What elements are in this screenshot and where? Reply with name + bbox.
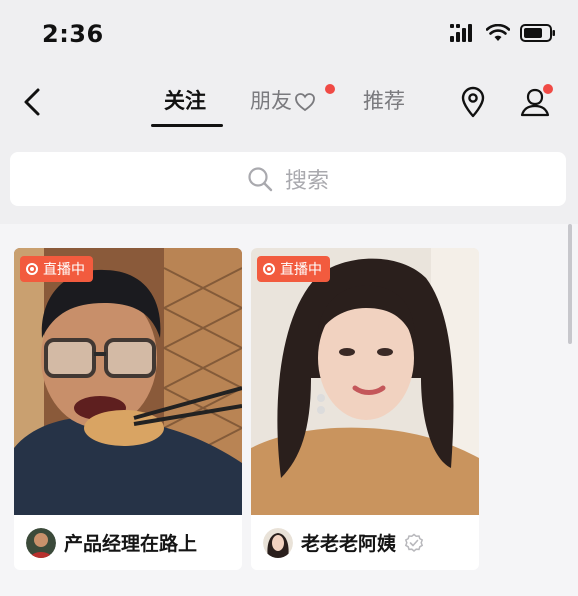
tab-friends[interactable]: 朋友 — [250, 86, 316, 116]
battery-icon — [520, 24, 555, 42]
profile-notification-dot — [543, 84, 553, 94]
search-placeholder: 搜索 — [284, 169, 329, 194]
top-nav: 关注 朋友 推荐 — [0, 70, 578, 136]
thumbnail-image — [14, 248, 242, 515]
location-pin-icon — [461, 86, 485, 118]
avatar[interactable] — [26, 527, 56, 558]
back-button[interactable] — [14, 82, 50, 122]
live-indicator-icon — [263, 263, 275, 275]
heart-icon — [295, 93, 315, 112]
card-footer[interactable]: 老老老阿姨 — [251, 515, 479, 570]
thumbnail-image — [251, 248, 479, 515]
tab-following[interactable]: 关注 — [164, 86, 206, 116]
live-badge: 直播中 — [20, 256, 93, 282]
avatar[interactable] — [263, 527, 293, 558]
streamer-name[interactable]: 产品经理在路上 — [64, 529, 197, 556]
status-time: 2:36 — [42, 20, 104, 48]
app-screen: 2:36 关注 朋友 推荐 搜索 直播中 产品经理在路上 直播中 老老老阿姨 — [0, 0, 578, 596]
tab-friends-label: 朋友 — [250, 89, 292, 113]
back-icon — [24, 88, 40, 116]
status-bar: 2:36 — [0, 0, 578, 70]
verified-badge-icon — [404, 533, 424, 552]
card-footer[interactable]: 产品经理在路上 — [14, 515, 242, 570]
live-badge-label: 直播中 — [43, 262, 85, 278]
live-badge: 直播中 — [257, 256, 330, 282]
tab-recommended[interactable]: 推荐 — [363, 86, 405, 116]
location-button[interactable] — [454, 83, 492, 121]
live-stream-thumbnail[interactable]: 直播中 — [14, 248, 242, 515]
live-indicator-icon — [26, 263, 38, 275]
scrollbar[interactable] — [568, 224, 572, 344]
signal-icon — [450, 24, 472, 42]
wifi-icon — [486, 24, 510, 41]
friends-notification-dot — [325, 84, 335, 94]
live-card[interactable]: 直播中 老老老阿姨 — [251, 248, 479, 570]
live-stream-thumbnail[interactable]: 直播中 — [251, 248, 479, 515]
live-card[interactable]: 直播中 产品经理在路上 — [14, 248, 242, 570]
live-badge-label: 直播中 — [280, 262, 322, 278]
active-tab-indicator — [151, 124, 223, 127]
status-icons — [450, 24, 556, 42]
streamer-name[interactable]: 老老老阿姨 — [301, 529, 396, 556]
search-icon — [248, 167, 273, 192]
search-bar[interactable]: 搜索 — [10, 152, 566, 206]
